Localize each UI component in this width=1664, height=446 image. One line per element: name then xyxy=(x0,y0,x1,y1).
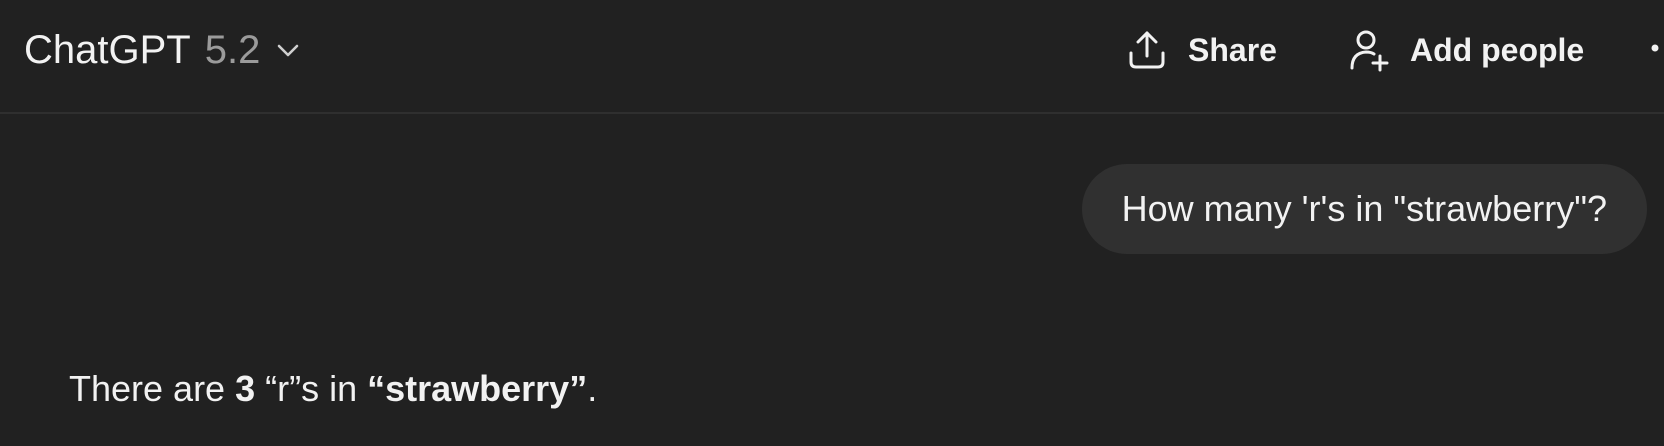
model-version: 5.2 xyxy=(204,27,261,72)
model-name: ChatGPT xyxy=(24,27,191,72)
share-button[interactable]: Share xyxy=(1126,24,1277,76)
assistant-count: 3 xyxy=(235,368,256,409)
model-selector[interactable]: ChatGPT 5.2 xyxy=(24,24,304,76)
add-people-label: Add people xyxy=(1410,31,1585,68)
assistant-text-prefix: There are xyxy=(69,368,236,409)
user-message-text: How many 'r's in "strawberry"? xyxy=(1121,188,1607,229)
add-person-icon xyxy=(1348,28,1390,72)
share-label: Share xyxy=(1188,31,1277,68)
chevron-down-icon xyxy=(274,35,304,65)
more-options-icon xyxy=(1646,41,1664,59)
add-people-button[interactable]: Add people xyxy=(1348,24,1584,76)
assistant-word: “strawberry” xyxy=(367,368,588,409)
assistant-message: There are 3 “r”s in “strawberry”. xyxy=(69,368,597,410)
share-upload-icon xyxy=(1126,28,1168,72)
assistant-text-middle: “r”s in xyxy=(255,368,368,409)
more-options-button[interactable] xyxy=(1646,24,1664,76)
assistant-text-suffix: . xyxy=(587,368,598,409)
top-header: ChatGPT 5.2 Share Add people xyxy=(0,0,1664,114)
user-message-bubble: How many 'r's in "strawberry"? xyxy=(1081,164,1647,254)
